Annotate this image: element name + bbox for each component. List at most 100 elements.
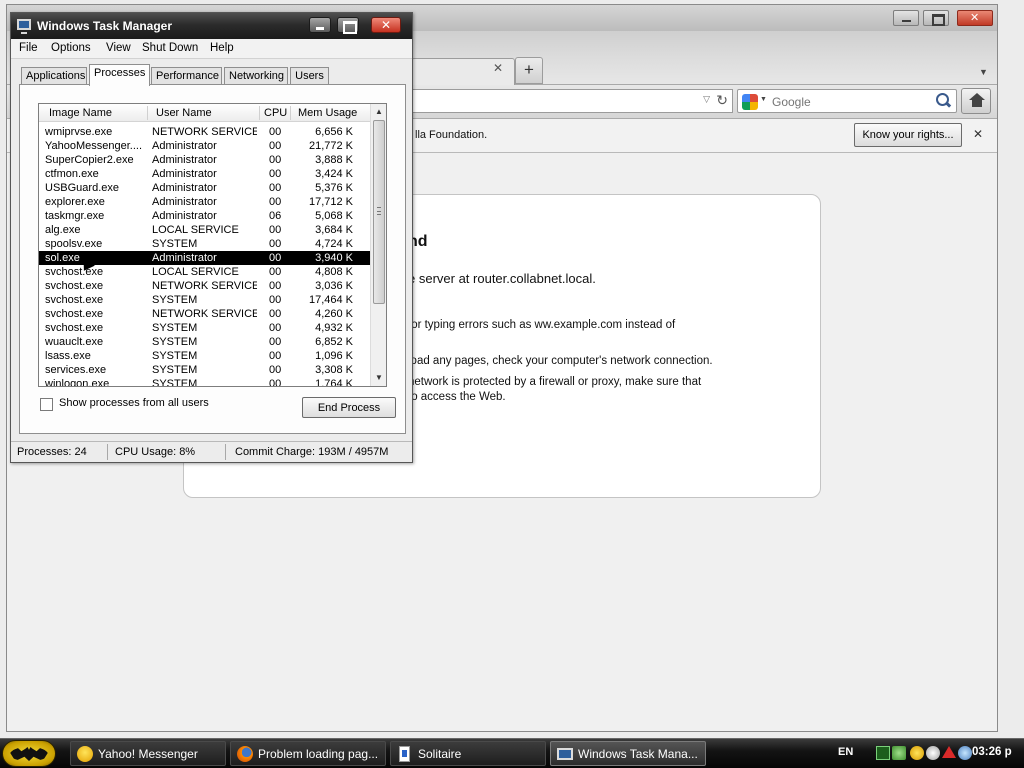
- url-bar[interactable]: ▽ ↻: [411, 89, 733, 113]
- tab-processes[interactable]: Processes: [89, 64, 150, 86]
- process-row[interactable]: winlogon.exe SYSTEM 00 1,764 K: [39, 377, 371, 387]
- scroll-up-arrow-icon[interactable]: ▲: [373, 106, 385, 118]
- reload-icon[interactable]: ↻: [716, 92, 728, 109]
- grip-icon: [377, 207, 381, 215]
- close-button[interactable]: [371, 17, 401, 33]
- process-row[interactable]: alg.exe LOCAL SERVICE 00 3,684 K: [39, 223, 371, 237]
- tab-applications[interactable]: Applications: [21, 67, 87, 85]
- process-list-scrollbar[interactable]: ▲ ▼: [370, 104, 386, 386]
- process-cpu: 00: [269, 168, 282, 180]
- clock[interactable]: 03:26 p: [972, 746, 1012, 758]
- process-list[interactable]: Image Name User Name CPU Mem Usage wmipr…: [38, 103, 387, 387]
- menu-file[interactable]: File: [19, 42, 38, 54]
- column-divider[interactable]: [290, 106, 291, 120]
- show-all-processes-checkbox[interactable]: Show processes from all users: [40, 397, 220, 413]
- error-hint-line: load any pages, check your computer's ne…: [408, 355, 713, 367]
- process-row[interactable]: svchost.exe NETWORK SERVICE 00 3,036 K: [39, 279, 371, 293]
- process-row[interactable]: svchost.exe SYSTEM 00 4,932 K: [39, 321, 371, 335]
- process-row[interactable]: explorer.exe Administrator 00 17,712 K: [39, 195, 371, 209]
- tab-users[interactable]: Users: [290, 67, 329, 85]
- menu-view[interactable]: View: [106, 42, 131, 54]
- tray-app-icon[interactable]: [876, 746, 890, 760]
- error-hint-line: for typing errors such as ww.example.com…: [408, 319, 676, 331]
- process-cpu: 00: [269, 266, 282, 278]
- home-button[interactable]: [961, 88, 991, 114]
- taskbar-button-task-manager[interactable]: Windows Task Mana...: [550, 741, 706, 766]
- firefox-close-button[interactable]: [957, 10, 993, 26]
- firefox-minimize-button[interactable]: [893, 10, 919, 26]
- taskbar-button-solitaire[interactable]: Solitaire: [390, 741, 546, 766]
- process-row[interactable]: ctfmon.exe Administrator 00 3,424 K: [39, 167, 371, 181]
- taskbar: Yahoo! Messenger Problem loading pag... …: [0, 738, 1024, 768]
- notification-close-icon[interactable]: ✕: [973, 127, 983, 141]
- process-mem-usage: 1,764 K: [315, 378, 353, 387]
- process-row[interactable]: taskmgr.exe Administrator 06 5,068 K: [39, 209, 371, 223]
- task-manager-window[interactable]: Windows Task Manager File Options View S…: [10, 12, 413, 463]
- messenger-tray-icon[interactable]: [910, 746, 924, 760]
- search-bar[interactable]: ▼: [737, 89, 957, 113]
- taskbar-button-yahoo-messenger[interactable]: Yahoo! Messenger: [70, 741, 226, 766]
- process-mem-usage: 5,376 K: [315, 182, 353, 194]
- tab-list-chevron-icon[interactable]: ▼: [979, 67, 988, 77]
- column-image-name[interactable]: Image Name: [49, 107, 112, 119]
- minimize-button[interactable]: [309, 17, 331, 33]
- column-user-name[interactable]: User Name: [156, 107, 212, 119]
- language-indicator[interactable]: EN: [838, 746, 853, 758]
- process-user-name: SYSTEM: [152, 294, 198, 306]
- column-divider[interactable]: [147, 106, 148, 120]
- start-button[interactable]: [2, 740, 56, 767]
- firefox-maximize-button[interactable]: [923, 10, 949, 26]
- process-image-name: svchost.exe: [45, 280, 104, 292]
- column-mem-usage[interactable]: Mem Usage: [298, 107, 357, 119]
- menu-help[interactable]: Help: [210, 42, 234, 54]
- process-row[interactable]: SuperCopier2.exe Administrator 00 3,888 K: [39, 153, 371, 167]
- search-engine-dropdown-icon[interactable]: ▼: [760, 96, 767, 103]
- scroll-down-arrow-icon[interactable]: ▼: [373, 372, 385, 384]
- google-icon[interactable]: [742, 94, 758, 110]
- process-row[interactable]: svchost.exe NETWORK SERVICE 00 4,260 K: [39, 307, 371, 321]
- new-tab-button[interactable]: +: [515, 57, 543, 84]
- maximize-button[interactable]: [337, 17, 359, 34]
- process-cpu: 00: [269, 280, 282, 292]
- window-title: Windows Task Manager: [37, 19, 173, 33]
- process-row[interactable]: lsass.exe SYSTEM 00 1,096 K: [39, 349, 371, 363]
- menu-shut-down[interactable]: Shut Down: [142, 42, 198, 54]
- process-row[interactable]: YahooMessenger.... Administrator 00 21,772 …: [39, 139, 371, 153]
- search-input[interactable]: [772, 94, 922, 110]
- url-history-dropdown-icon[interactable]: ▽: [703, 94, 710, 105]
- process-cpu: 00: [269, 196, 282, 208]
- process-list-header: Image Name User Name CPU Mem Usage: [39, 104, 371, 122]
- process-row[interactable]: USBGuard.exe Administrator 00 5,376 K: [39, 181, 371, 195]
- taskbar-button-firefox[interactable]: Problem loading pag...: [230, 741, 386, 766]
- tray-app-icon[interactable]: [958, 746, 972, 760]
- tray-app-icon[interactable]: [926, 746, 940, 760]
- column-cpu[interactable]: CPU: [264, 107, 287, 119]
- process-cpu: 00: [269, 294, 282, 306]
- tab-performance[interactable]: Performance: [151, 67, 222, 85]
- process-row[interactable]: wmiprvse.exe NETWORK SERVICE 00 6,656 K: [39, 125, 371, 139]
- know-your-rights-button[interactable]: Know your rights...: [854, 123, 962, 147]
- end-process-button[interactable]: End Process: [302, 397, 396, 418]
- task-manager-icon: [557, 748, 573, 760]
- scrollbar-thumb[interactable]: [373, 120, 385, 304]
- task-manager-titlebar[interactable]: Windows Task Manager: [11, 13, 412, 39]
- process-image-name: spoolsv.exe: [45, 238, 103, 250]
- process-row[interactable]: wuauclt.exe SYSTEM 00 6,852 K: [39, 335, 371, 349]
- column-divider[interactable]: [259, 106, 260, 120]
- checkbox-box[interactable]: [40, 398, 53, 411]
- process-row[interactable]: svchost.exe SYSTEM 00 17,464 K: [39, 293, 371, 307]
- process-image-name: services.exe: [45, 364, 107, 376]
- process-cpu: 00: [269, 322, 282, 334]
- yahoo-messenger-icon: [77, 746, 93, 762]
- process-cpu: 06: [269, 210, 282, 222]
- process-image-name: svchost.exe: [45, 308, 104, 320]
- safely-remove-hardware-icon[interactable]: [942, 746, 956, 758]
- tab-close-icon[interactable]: ✕: [493, 61, 503, 75]
- process-row[interactable]: services.exe SYSTEM 00 3,308 K: [39, 363, 371, 377]
- tab-networking[interactable]: Networking: [224, 67, 288, 85]
- process-cpu: 00: [269, 154, 282, 166]
- network-icon[interactable]: [892, 746, 906, 760]
- menu-options[interactable]: Options: [51, 42, 91, 54]
- search-icon[interactable]: [934, 92, 952, 110]
- process-row[interactable]: spoolsv.exe SYSTEM 00 4,724 K: [39, 237, 371, 251]
